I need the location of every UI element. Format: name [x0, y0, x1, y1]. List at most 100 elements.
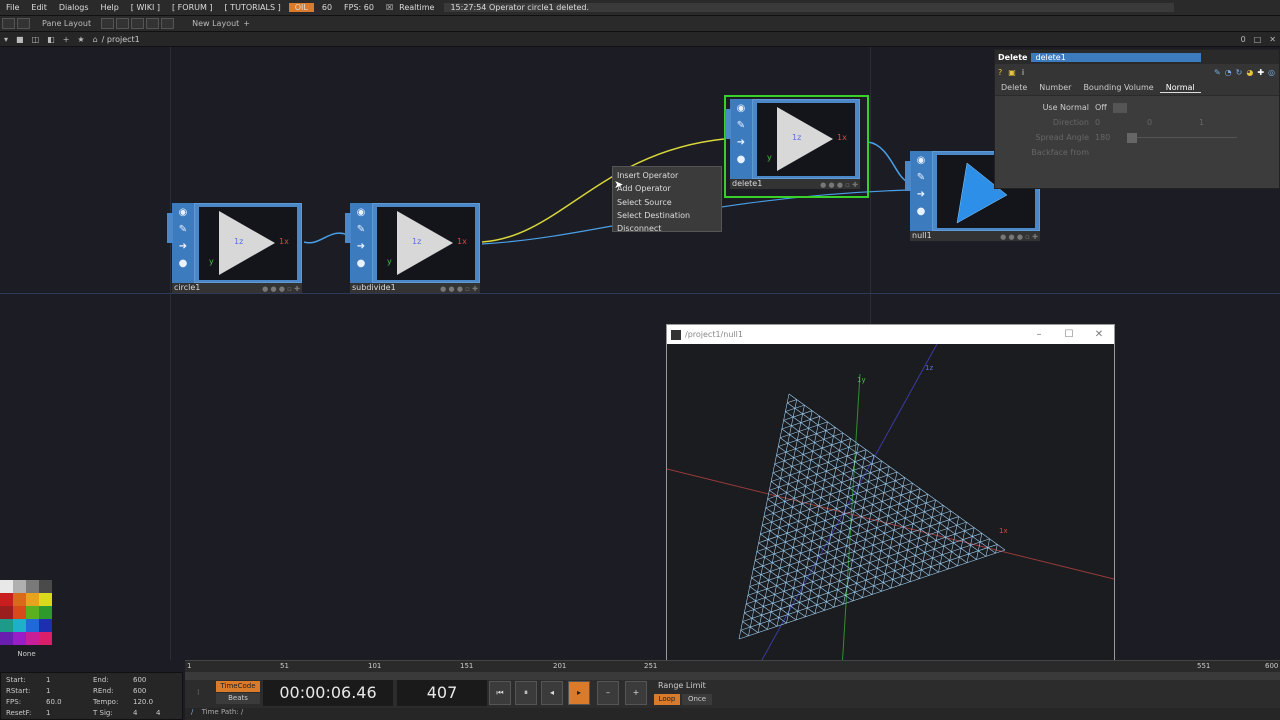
add-icon[interactable]: +	[59, 35, 74, 44]
menu-item-disconnect[interactable]: Disconnect	[613, 222, 721, 235]
direction-z[interactable]: 1	[1199, 118, 1204, 127]
menu-item-insert-operator[interactable]: Insert Operator	[613, 169, 721, 182]
new-layout-label[interactable]: New Layout	[192, 19, 239, 28]
color-swatch[interactable]	[13, 593, 26, 606]
target-icon[interactable]: ◎	[1268, 68, 1275, 77]
layout-5-button[interactable]	[161, 18, 175, 29]
menu-file[interactable]: File	[0, 3, 25, 12]
layout-1-button[interactable]	[101, 18, 115, 29]
pane-type-icon[interactable]: ▾	[0, 35, 12, 44]
color-swatch[interactable]	[39, 619, 52, 632]
tab-number[interactable]: Number	[1033, 83, 1077, 92]
node-name[interactable]: null1 ● ● ● ▫ ✚	[910, 231, 1040, 241]
geometry-viewport[interactable]: 1y 1z 1x	[666, 343, 1115, 670]
node-name[interactable]: circle1 ● ● ● ▫ ✚	[172, 283, 302, 293]
rewind-icon[interactable]: ⏮	[489, 681, 511, 705]
frame-display[interactable]: 407	[397, 680, 487, 706]
time-path[interactable]: Time Path: /	[202, 708, 244, 716]
color-swatch[interactable]	[26, 619, 39, 632]
toggle-box[interactable]	[1112, 102, 1127, 113]
display-flag-icon[interactable]: ◉	[354, 206, 368, 220]
tutorials-link[interactable]: [ TUTORIALS ]	[219, 3, 287, 12]
node-name[interactable]: subdivide1 ● ● ● ▫ ✚	[350, 283, 480, 293]
end-field[interactable]: 600	[133, 676, 146, 684]
display-flag-icon[interactable]: ◉	[734, 102, 748, 116]
edit-icon[interactable]: ✎	[1214, 68, 1221, 77]
render-flag-icon[interactable]: ✎	[176, 223, 190, 237]
once-toggle[interactable]: Once	[682, 694, 712, 705]
color-swatch[interactable]	[39, 580, 52, 593]
op-name-field[interactable]: delete1	[1031, 52, 1202, 62]
menu-item-add-operator[interactable]: Add Operator	[613, 182, 721, 195]
bypass-flag-icon[interactable]: ➜	[354, 240, 368, 254]
bypass-flag-icon[interactable]: ➜	[914, 188, 928, 202]
python-help-icon[interactable]: ◕	[1246, 68, 1253, 77]
color-swatch[interactable]	[0, 632, 13, 645]
menu-edit[interactable]: Edit	[25, 3, 53, 12]
render-flag-icon[interactable]: ✎	[734, 119, 748, 133]
lock-flag-icon[interactable]: ●	[354, 257, 368, 271]
network-path[interactable]: / project1	[102, 35, 140, 44]
minus-icon[interactable]: –	[597, 681, 619, 705]
oil-toggle[interactable]: OIL	[288, 3, 314, 12]
tempo-field[interactable]: 120.0	[133, 698, 153, 706]
stop-icon[interactable]: ■	[12, 35, 28, 44]
python-icon[interactable]: ▣	[1008, 68, 1016, 77]
fps-limit[interactable]: 60	[316, 3, 338, 12]
timecode-toggle[interactable]: TimeCode	[216, 681, 260, 692]
direction-x[interactable]: 0	[1095, 118, 1147, 127]
maximize-icon[interactable]: □	[1250, 35, 1266, 44]
color-swatch[interactable]	[13, 632, 26, 645]
display-flag-icon[interactable]: ◉	[176, 206, 190, 220]
lock-flag-icon[interactable]: ●	[914, 205, 928, 219]
color-swatch[interactable]	[0, 593, 13, 606]
timecode-display[interactable]: 00:00:06.46	[263, 680, 393, 706]
color-swatch[interactable]	[0, 619, 13, 632]
node-output-connector[interactable]	[345, 213, 351, 243]
bypass-flag-icon[interactable]: ➜	[176, 240, 190, 254]
loop-toggle[interactable]: Loop	[654, 694, 680, 705]
menu-item-select-source[interactable]: Select Source	[613, 196, 721, 209]
node-name[interactable]: delete1 ● ● ● ▫ ✚	[730, 179, 860, 189]
timeline-ruler[interactable]: 1 51 101 151 201 251 551 600	[185, 660, 1280, 672]
node-output-connector[interactable]	[725, 109, 731, 139]
comment-icon[interactable]: ◔	[1225, 68, 1232, 77]
star-icon[interactable]: ★	[73, 35, 88, 44]
maximize-icon[interactable]: ☐	[1054, 329, 1084, 340]
render-flag-icon[interactable]: ✎	[914, 171, 928, 185]
display-flag-icon[interactable]: ◉	[914, 154, 928, 168]
palette-none-label[interactable]: None	[0, 650, 53, 660]
info-icon[interactable]: i	[1022, 68, 1024, 77]
forward-icon[interactable]: ◧	[43, 35, 59, 44]
spread-angle-value[interactable]: 180	[1095, 133, 1127, 142]
plus-icon[interactable]: +	[625, 681, 647, 705]
add-layout-icon[interactable]: +	[243, 19, 250, 28]
start-field[interactable]: 1	[46, 676, 50, 684]
color-swatch[interactable]	[13, 606, 26, 619]
pane-menu-button[interactable]	[2, 18, 15, 29]
step-back-icon[interactable]: ◂	[541, 681, 563, 705]
pane-split-button[interactable]	[17, 18, 30, 29]
home-icon[interactable]: ⌂	[89, 35, 102, 44]
layout-2-button[interactable]	[116, 18, 130, 29]
tsig-num-field[interactable]: 4	[133, 709, 137, 717]
play-icon[interactable]: ▸	[568, 681, 590, 705]
resetf-field[interactable]: 1	[46, 709, 50, 717]
fps-field[interactable]: 60.0	[46, 698, 62, 706]
color-swatch[interactable]	[39, 632, 52, 645]
lock-flag-icon[interactable]: ●	[176, 257, 190, 271]
forum-link[interactable]: [ FORUM ]	[166, 3, 219, 12]
menu-item-select-destination[interactable]: Select Destination	[613, 209, 721, 222]
tab-delete[interactable]: Delete	[995, 83, 1033, 92]
layout-3-button[interactable]	[131, 18, 145, 29]
color-swatch[interactable]	[13, 619, 26, 632]
rend-field[interactable]: 600	[133, 687, 146, 695]
reset-icon[interactable]: ↻	[1236, 68, 1243, 77]
color-swatch[interactable]	[0, 606, 13, 619]
node-output-connector[interactable]	[167, 213, 173, 243]
color-swatch[interactable]	[26, 593, 39, 606]
spread-slider[interactable]	[1127, 132, 1137, 143]
menu-dialogs[interactable]: Dialogs	[53, 3, 95, 12]
tab-bounding-volume[interactable]: Bounding Volume	[1077, 83, 1159, 92]
menu-help[interactable]: Help	[95, 3, 125, 12]
